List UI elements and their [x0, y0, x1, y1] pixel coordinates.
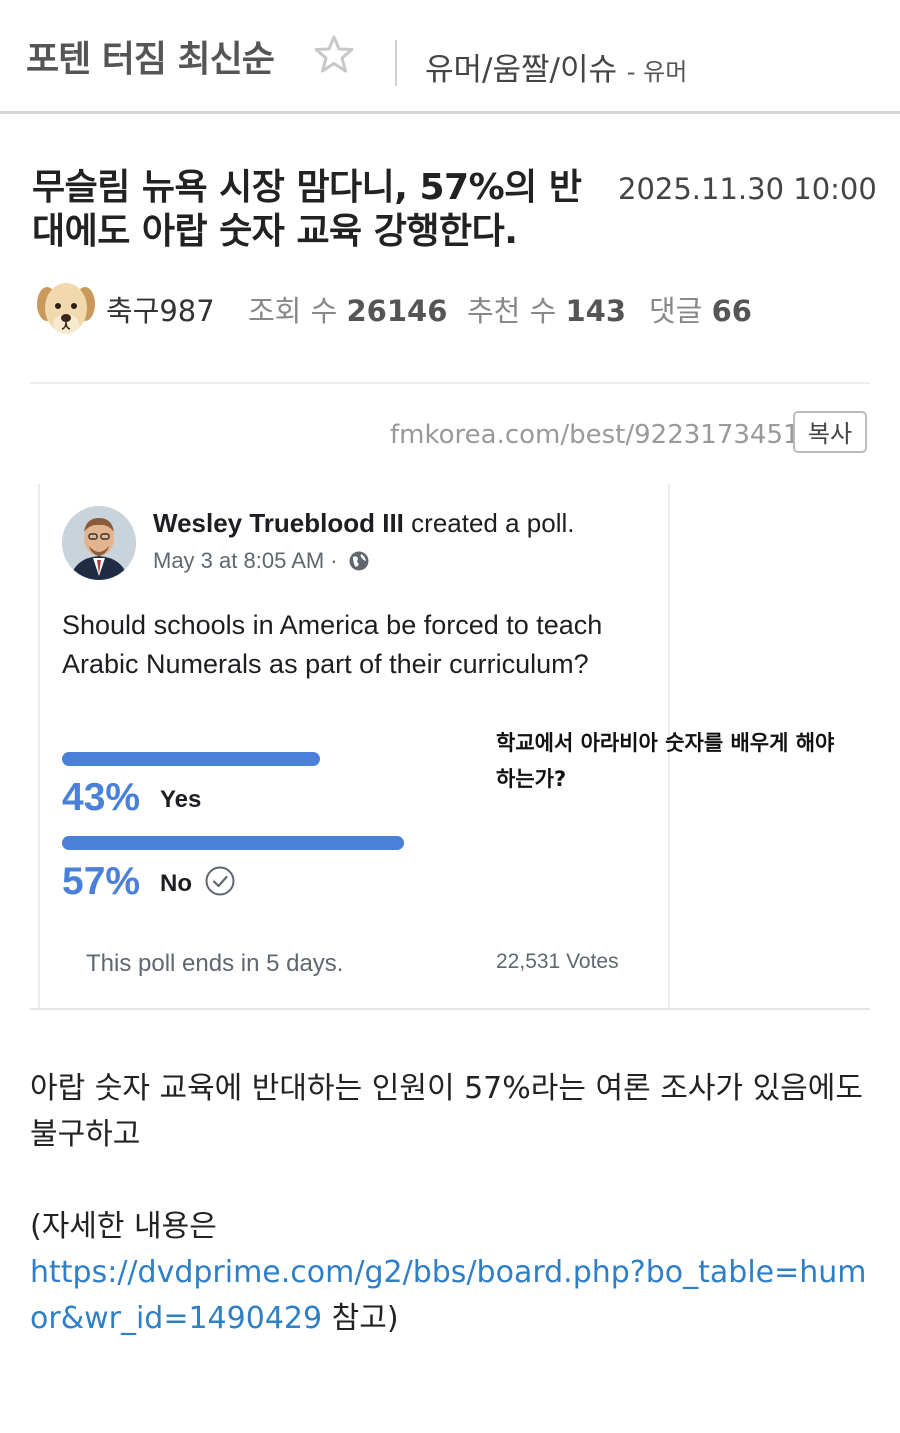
- body-paragraph: 아랍 숫자 교육에 반대하는 인원이 57%라는 여론 조사가 있음에도 불구하…: [30, 1071, 863, 1152]
- recommend-label: 추천 수: [467, 294, 557, 328]
- author-name[interactable]: 축구987: [106, 288, 215, 330]
- globe-icon: [349, 551, 369, 571]
- poll-percent-no: 57%: [62, 860, 141, 903]
- check-circle-icon: [205, 866, 235, 896]
- poll-option-yes: Yes: [160, 786, 202, 813]
- post-title: 무슬림 뉴욕 시장 맘다니, 57%의 반대에도 아랍 숫자 교육 강행한다.: [32, 167, 582, 252]
- category-label[interactable]: 유머/움짤/이슈: [425, 52, 617, 88]
- poster-name: Wesley Trueblood III: [153, 508, 404, 538]
- comments-count: 66: [711, 294, 752, 328]
- reference-prefix: (자세한 내용은: [30, 1209, 217, 1244]
- poll-option-no: No: [160, 870, 192, 897]
- header-divider: [395, 40, 397, 86]
- star-outline-icon[interactable]: [314, 34, 354, 74]
- sub-category-label[interactable]: - 유머: [627, 58, 687, 86]
- post-time: May 3 at 8:05 AM ·: [153, 548, 370, 574]
- poll-votes: 22,531 Votes: [496, 950, 619, 973]
- poll-ends-text: This poll ends in 5 days.: [86, 950, 344, 977]
- comments-stat[interactable]: 댓글 66: [649, 288, 752, 330]
- recommend-stat: 추천 수 143: [467, 288, 626, 330]
- poll-bar-no: [62, 836, 404, 850]
- poster-avatar: [62, 506, 136, 580]
- poster-action: created a poll.: [411, 508, 575, 538]
- reference-suffix: 참고): [322, 1301, 399, 1336]
- poll-bar-yes: [62, 752, 320, 766]
- korean-caption-overlay: 학교에서 아라비아 숫자를 배우게 해야 하는가?: [496, 731, 835, 791]
- post-date: 2025.11.30 10:00: [618, 172, 877, 206]
- views-label: 조회 수: [248, 294, 338, 328]
- divider: [30, 382, 870, 384]
- post-body: 아랍 숫자 교육에 반대하는 인원이 57%라는 여론 조사가 있음에도 불구하…: [30, 1066, 870, 1342]
- recommend-count: 143: [565, 294, 627, 328]
- top-header: 포텐 터짐 최신순 유머/움짤/이슈 - 유머: [0, 0, 900, 114]
- author-avatar[interactable]: [36, 278, 96, 340]
- poll-question: Should schools in America be forced to t…: [62, 610, 603, 679]
- post-time-text: May 3 at 8:05 AM ·: [153, 548, 338, 573]
- poll-percent-yes: 43%: [62, 776, 141, 819]
- reference-link[interactable]: https://dvdprime.com/g2/bbs/board.php?bo…: [30, 1255, 867, 1336]
- category-breadcrumb[interactable]: 유머/움짤/이슈 - 유머: [425, 44, 687, 89]
- copy-url-button[interactable]: 복사: [793, 411, 867, 453]
- divider: [30, 1008, 870, 1010]
- post-meta: 축구987 조회 수 26146 추천 수 143 댓글 66: [36, 278, 876, 340]
- body-paragraph: (자세한 내용은 https://dvdprime.com/g2/bbs/boa…: [30, 1204, 870, 1342]
- poster-line: Wesley Trueblood III created a poll.: [153, 508, 574, 539]
- comments-label: 댓글: [649, 294, 703, 328]
- source-url[interactable]: fmkorea.com/best/9223173451: [390, 420, 800, 450]
- views-stat: 조회 수 26146: [248, 288, 447, 330]
- board-title[interactable]: 포텐 터짐 최신순: [26, 30, 275, 82]
- views-count: 26146: [346, 294, 448, 328]
